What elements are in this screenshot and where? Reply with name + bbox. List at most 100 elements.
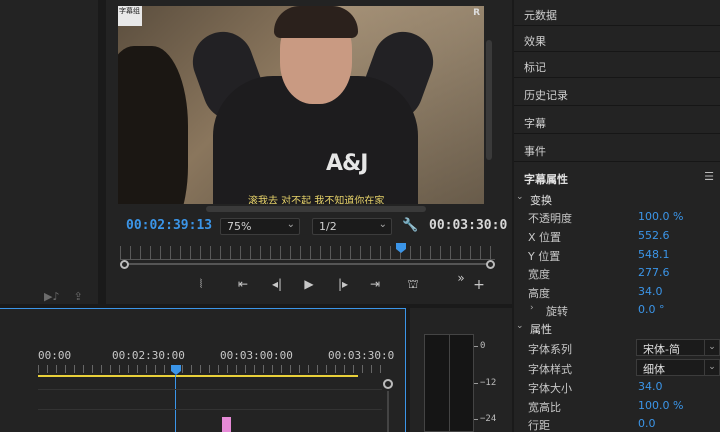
panel-tab-effects[interactable]: 效果	[514, 26, 720, 52]
prop-label: 行距	[528, 419, 550, 432]
monitor-zoom-scrollbar[interactable]	[120, 260, 495, 269]
go-to-out-icon[interactable]: ⇥	[364, 277, 386, 291]
source-panel-icons: ▶♪ ⇪	[44, 290, 83, 303]
timeline-playhead[interactable]	[171, 365, 181, 375]
go-to-in-icon[interactable]: ⇤	[232, 277, 254, 291]
prop-value[interactable]: 552.6	[638, 229, 670, 242]
audio-meter-bar	[424, 334, 474, 432]
prop-value[interactable]: 34.0	[638, 285, 663, 298]
meter-tick	[474, 419, 478, 420]
panel-tab-label: 效果	[524, 35, 546, 48]
panel-tab-label: 标记	[524, 61, 546, 74]
prop-value[interactable]: 34.0	[638, 380, 663, 393]
prop-value[interactable]: 100.0 %	[638, 210, 683, 223]
step-forward-icon[interactable]: |▸	[332, 277, 354, 291]
video-frame: A&J 字幕组 R 滚我去 对不起 我不知道你在家	[118, 6, 484, 204]
audio-meter: 0 −12 −24	[410, 308, 512, 432]
panel-tab-captions[interactable]: 字幕	[514, 108, 720, 134]
hamburger-menu-icon[interactable]: ☰	[704, 170, 714, 183]
prop-label: X 位置	[528, 231, 562, 244]
chevron-right-icon: ›	[530, 303, 534, 313]
video-hair	[274, 6, 358, 38]
prop-font-style: 字体样式 细体 ⌄	[514, 359, 720, 377]
panel-tab-history[interactable]: 历史记录	[514, 80, 720, 106]
chevron-down-icon[interactable]: ⌄	[704, 339, 720, 356]
prop-label: 字体系列	[528, 343, 572, 356]
prop-rotation[interactable]: › 旋转 0.0 °	[514, 301, 720, 319]
panel-tab-label: 历史记录	[524, 89, 568, 102]
chevron-down-icon[interactable]: ⌄	[704, 359, 720, 376]
scroll-handle[interactable]	[383, 379, 393, 389]
prop-value[interactable]: 0.0 °	[638, 303, 665, 316]
resolution-select[interactable]: 1/2 ⌄	[312, 218, 392, 235]
export-frame-icon[interactable]: ⛫	[402, 277, 424, 293]
add-icon[interactable]: +	[468, 277, 490, 293]
prop-label: Y 位置	[528, 250, 561, 263]
monitor-horizontal-scrollbar[interactable]	[206, 206, 426, 212]
timeline-playhead-line	[175, 375, 176, 432]
chevron-down-icon: ⌄	[516, 321, 524, 331]
scrub-end-handle[interactable]	[486, 260, 495, 269]
prop-width: 宽度 277.6	[514, 264, 720, 282]
prop-label: 旋转	[546, 305, 568, 318]
work-area-bar[interactable]	[38, 375, 358, 377]
panel-header-title: 字幕属性	[524, 173, 568, 186]
section-title: 属性	[530, 323, 552, 336]
mark-in-icon[interactable]: ⦚	[190, 277, 212, 292]
wrench-icon[interactable]: 🔧	[402, 218, 418, 233]
prop-label: 宽度	[528, 268, 550, 281]
prop-opacity: 不透明度 100.0 %	[514, 208, 720, 226]
corner-mark: R	[473, 8, 480, 18]
prop-value[interactable]: 548.1	[638, 248, 670, 261]
prop-value[interactable]: 277.6	[638, 266, 670, 279]
prop-label: 字体大小	[528, 382, 572, 395]
panel-tab-metadata[interactable]: 元数据	[514, 0, 720, 26]
monitor-time-ruler[interactable]	[120, 246, 495, 260]
timeline-panel: 00:00 00:02:30:00 00:03:00:00 00:03:30:0	[0, 308, 406, 432]
font-style-select[interactable]: 细体	[636, 359, 706, 376]
section-transform[interactable]: ⌄ 变换	[514, 190, 720, 208]
prop-aspect: 宽高比 100.0 %	[514, 397, 720, 415]
prop-font-family: 字体系列 宋体-简 ⌄	[514, 339, 720, 357]
zoom-value: 75%	[227, 220, 252, 233]
audio-clip-icon[interactable]: ▶♪	[44, 290, 59, 303]
prop-font-size: 字体大小 34.0	[514, 378, 720, 396]
section-attributes[interactable]: ⌄ 属性	[514, 319, 720, 337]
caption-clip[interactable]	[222, 417, 231, 432]
play-icon[interactable]: ▶	[298, 277, 320, 291]
prop-label: 高度	[528, 287, 550, 300]
timeline-time-ruler[interactable]	[38, 365, 382, 373]
zoom-select[interactable]: 75% ⌄	[220, 218, 300, 235]
meter-tick	[474, 383, 478, 384]
panel-tab-events[interactable]: 事件	[514, 136, 720, 162]
scrub-start-handle[interactable]	[120, 260, 129, 269]
current-timecode[interactable]: 00:02:39:13	[126, 218, 212, 233]
meter-scale-label: −12	[480, 378, 497, 388]
timeline-ruler-label: 00:02:30:00	[112, 349, 185, 362]
meter-scale-label: 0	[480, 341, 486, 351]
source-panel: ▶♪ ⇪	[0, 0, 98, 304]
prop-label: 宽高比	[528, 401, 561, 414]
section-title: 变换	[530, 194, 552, 207]
duration-timecode: 00:03:30:0	[429, 218, 508, 233]
shirt-logo: A&J	[326, 151, 368, 176]
prop-value[interactable]: 0.0	[638, 417, 656, 430]
video-subtitle[interactable]: 滚我去 对不起 我不知道你在家	[248, 192, 384, 204]
chevron-down-icon: ⌄	[286, 219, 295, 230]
panel-tab-label: 事件	[524, 145, 546, 158]
export-frame-icon[interactable]: ⇪	[73, 290, 82, 303]
font-family-select[interactable]: 宋体-简	[636, 339, 706, 356]
monitor-vertical-scrollbar[interactable]	[486, 40, 492, 160]
channel-watermark: 字幕组	[118, 6, 142, 26]
timeline-ruler-label: 00:03:00:00	[220, 349, 293, 362]
step-back-icon[interactable]: ◂|	[266, 277, 288, 291]
track-divider	[38, 409, 382, 410]
scrub-track	[126, 263, 489, 265]
prop-y-position: Y 位置 548.1	[514, 246, 720, 264]
prop-x-position: X 位置 552.6	[514, 227, 720, 245]
chevron-down-icon: ⌄	[378, 219, 387, 230]
prop-value[interactable]: 100.0 %	[638, 399, 683, 412]
panel-tab-label: 元数据	[524, 9, 557, 22]
panel-tab-markers[interactable]: 标记	[514, 52, 720, 78]
timeline-vertical-scrollbar[interactable]	[382, 379, 396, 432]
